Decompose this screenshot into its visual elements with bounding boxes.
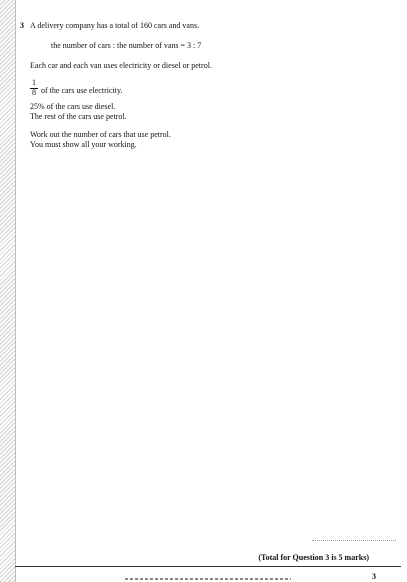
question-number: 3 <box>20 21 24 30</box>
fraction-one-eighth: 1 8 <box>30 79 38 97</box>
footer-barcode <box>125 578 291 580</box>
page-number: 3 <box>372 572 376 581</box>
electric-statement: of the cars use electricity. <box>41 86 123 95</box>
task-statement: Work out the number of cars that use pet… <box>30 130 171 139</box>
working-instruction: You must show all your working. <box>30 140 137 149</box>
total-marks: (Total for Question 3 is 5 marks) <box>258 553 369 562</box>
fraction-numerator: 1 <box>32 78 36 87</box>
question-intro: A delivery company has a total of 160 ca… <box>30 21 200 30</box>
ratio-statement: the number of cars : the number of vans … <box>51 41 202 50</box>
fraction-denominator: 8 <box>32 88 36 97</box>
exam-page: 3 A delivery company has a total of 160 … <box>0 0 407 582</box>
answer-line[interactable] <box>312 540 396 541</box>
fuel-statement: Each car and each van uses electricity o… <box>30 61 212 70</box>
diesel-statement: 25% of the cars use diesel. <box>30 102 116 111</box>
petrol-statement: The rest of the cars use petrol. <box>30 112 127 121</box>
total-divider <box>15 566 401 567</box>
